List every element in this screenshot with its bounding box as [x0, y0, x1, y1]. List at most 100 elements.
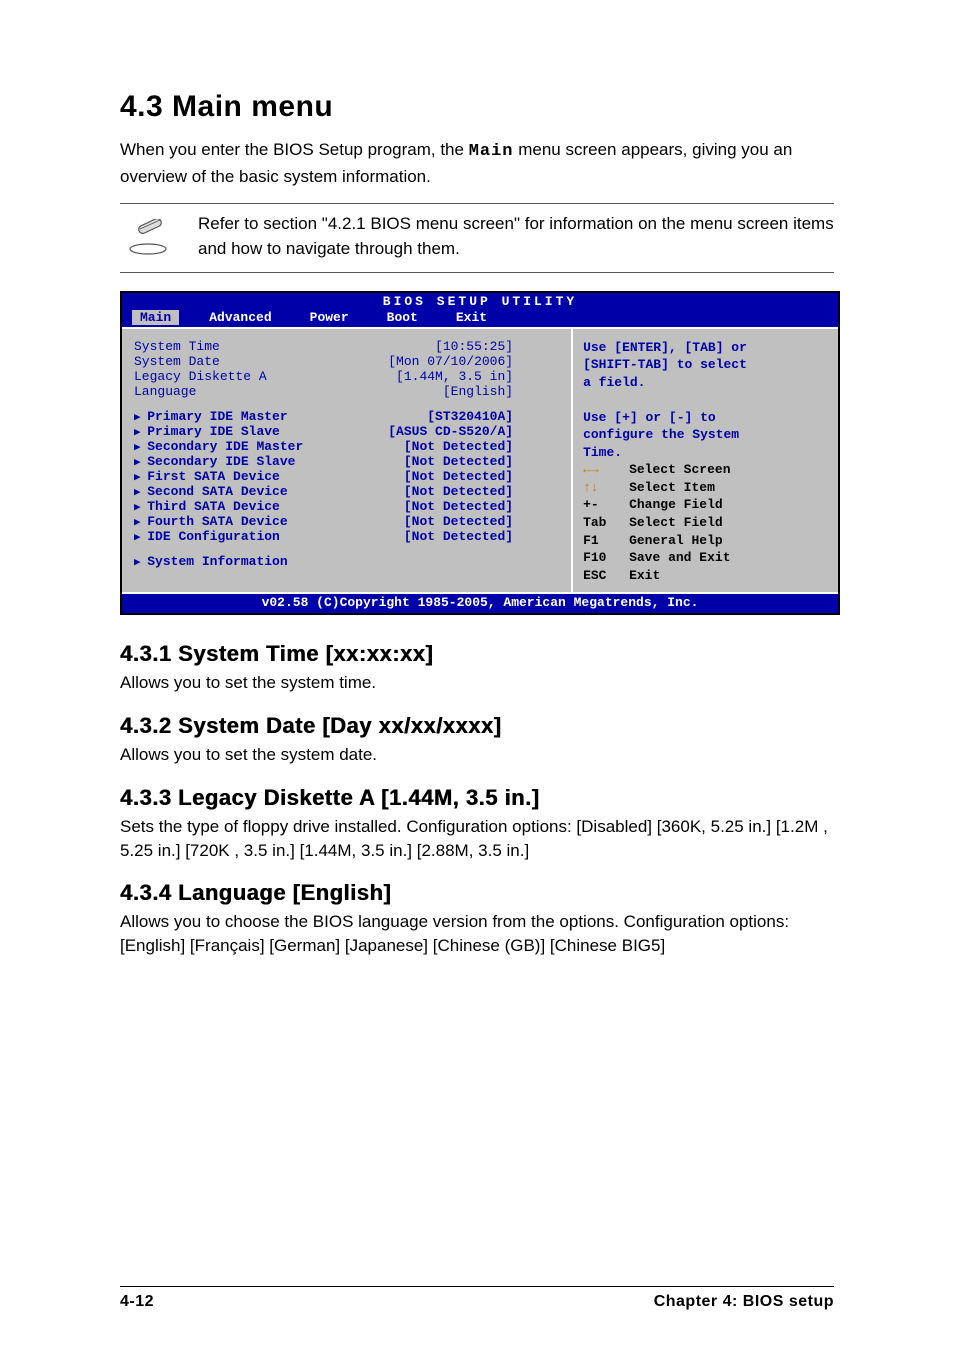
bios-key-row: +- Change Field — [583, 496, 828, 514]
bios-settings-panel: System Time [10:55:25] System Date [Mon 07/… — [122, 329, 573, 593]
bios-key-glyph: F1 — [583, 532, 619, 550]
bios-setting-label: Primary IDE Master — [134, 409, 288, 424]
bios-setting-label: IDE Configuration — [134, 529, 280, 544]
bios-setting-label: Third SATA Device — [134, 499, 280, 514]
bios-key-desc: Exit — [629, 567, 660, 585]
bios-setting-label: System Time — [134, 339, 220, 354]
bios-tab-exit[interactable]: Exit — [448, 310, 495, 325]
bios-setting-label: System Information — [134, 554, 288, 569]
bios-key-glyph: ←→ — [583, 461, 619, 479]
bios-setting-value: [Not Detected] — [404, 499, 513, 514]
bios-setting-value: [Not Detected] — [404, 484, 513, 499]
pencil-note-icon — [126, 219, 170, 255]
subsection-heading: 4.3.4 Language [English] — [120, 880, 834, 906]
bios-tab-boot[interactable]: Boot — [379, 310, 426, 325]
bios-key-glyph: ESC — [583, 567, 619, 585]
bios-key-glyph: ↑↓ — [583, 479, 619, 497]
bios-setting-row[interactable]: Primary IDE Slave [ASUS CD-S520/A] — [134, 424, 563, 439]
bios-help-line: Use [ENTER], [TAB] or — [583, 339, 828, 357]
bios-help-line — [583, 391, 828, 409]
bios-title: BIOS SETUP UTILITY — [122, 293, 838, 310]
bios-setting-row[interactable]: First SATA Device [Not Detected] — [134, 469, 563, 484]
bios-key-row: F1 General Help — [583, 532, 828, 550]
bios-setting-label: First SATA Device — [134, 469, 280, 484]
bios-body: System Time [10:55:25] System Date [Mon 07/… — [122, 327, 838, 595]
subsection-heading: 4.3.2 System Date [Day xx/xx/xxxx] — [120, 713, 834, 739]
note-callout: Refer to section "4.2.1 BIOS menu screen… — [120, 203, 834, 272]
bios-help-line: a field. — [583, 374, 828, 392]
intro-paragraph: When you enter the BIOS Setup program, t… — [120, 138, 834, 189]
bios-setting-value: [English] — [443, 384, 513, 399]
subsection-body: Allows you to choose the BIOS language v… — [120, 910, 834, 958]
bios-setting-row[interactable]: Secondary IDE Master [Not Detected] — [134, 439, 563, 454]
bios-setting-row[interactable]: Second SATA Device [Not Detected] — [134, 484, 563, 499]
bios-setting-value: [1.44M, 3.5 in] — [396, 369, 513, 384]
bios-help-panel: Use [ENTER], [TAB] or[SHIFT-TAB] to sele… — [573, 329, 838, 593]
bios-key-desc: Select Field — [629, 514, 723, 532]
bios-setting-row[interactable]: System Information — [134, 554, 563, 569]
bios-help-text: Use [ENTER], [TAB] or[SHIFT-TAB] to sele… — [583, 339, 828, 462]
bios-setting-label: Secondary IDE Slave — [134, 454, 295, 469]
bios-setting-label: Second SATA Device — [134, 484, 288, 499]
bios-copyright: v02.58 (C)Copyright 1985-2005, American … — [122, 594, 838, 613]
bios-setting-value: [10:55:25] — [435, 339, 513, 354]
bios-setting-label: System Date — [134, 354, 220, 369]
bios-setting-row[interactable]: Language [English] — [134, 384, 563, 399]
bios-setting-row[interactable]: System Date [Mon 07/10/2006] — [134, 354, 563, 369]
page-number: 4-12 — [120, 1293, 154, 1311]
bios-key-desc: Change Field — [629, 496, 723, 514]
subsection-body: Sets the type of floppy drive installed.… — [120, 815, 834, 863]
subsection-heading: 4.3.1 System Time [xx:xx:xx] — [120, 641, 834, 667]
bios-key-row: ESC Exit — [583, 567, 828, 585]
note-text: Refer to section "4.2.1 BIOS menu screen… — [198, 212, 834, 261]
bios-screenshot: BIOS SETUP UTILITY Main Advanced Power Boot… — [120, 291, 840, 616]
bios-tab-main[interactable]: Main — [132, 310, 179, 325]
page-footer: 4-12 Chapter 4: BIOS setup — [120, 1286, 834, 1311]
bios-setting-row[interactable]: Fourth SATA Device [Not Detected] — [134, 514, 563, 529]
bios-setting-value: [ST320410A] — [427, 409, 513, 424]
bios-key-glyph: +- — [583, 496, 619, 514]
bios-setting-label: Secondary IDE Master — [134, 439, 303, 454]
bios-tab-bar: Main Advanced Power Boot Exit — [122, 310, 838, 327]
bios-setting-row[interactable]: Secondary IDE Slave [Not Detected] — [134, 454, 563, 469]
bios-setting-row[interactable]: Primary IDE Master [ST320410A] — [134, 409, 563, 424]
subsection-body: Allows you to set the system date. — [120, 743, 834, 767]
page: 4.3 Main menu When you enter the BIOS Se… — [0, 0, 954, 1351]
bios-setting-label: Language — [134, 384, 196, 399]
bios-setting-value: [Not Detected] — [404, 514, 513, 529]
section-heading: 4.3 Main menu — [120, 90, 834, 124]
bios-key-row: F10Save and Exit — [583, 549, 828, 567]
intro-text-before: When you enter the BIOS Setup program, t… — [120, 140, 469, 159]
bios-setting-row[interactable]: Legacy Diskette A [1.44M, 3.5 in] — [134, 369, 563, 384]
bios-setting-row[interactable]: System Time [10:55:25] — [134, 339, 563, 354]
bios-key-desc: General Help — [629, 532, 723, 550]
bios-setting-value: [Not Detected] — [404, 454, 513, 469]
bios-setting-value: [Not Detected] — [404, 439, 513, 454]
bios-help-line: Use [+] or [-] to — [583, 409, 828, 427]
subsection-heading: 4.3.3 Legacy Diskette A [1.44M, 3.5 in.] — [120, 785, 834, 811]
bios-setting-value: [Not Detected] — [404, 529, 513, 544]
bios-key-desc: Select Screen — [629, 461, 730, 479]
bios-key-row: Tab Select Field — [583, 514, 828, 532]
bios-setting-label: Fourth SATA Device — [134, 514, 288, 529]
bios-help-line: Time. — [583, 444, 828, 462]
bios-key-legend: ←→ Select Screen ↑↓ Select Item +- Change Fie… — [583, 461, 828, 584]
bios-setting-value: [Mon 07/10/2006] — [388, 354, 513, 369]
chapter-label: Chapter 4: BIOS setup — [654, 1293, 834, 1311]
bios-setting-row[interactable]: IDE Configuration [Not Detected] — [134, 529, 563, 544]
subsection-container: 4.3.1 System Time [xx:xx:xx] Allows you t… — [120, 641, 834, 958]
subsection-body: Allows you to set the system time. — [120, 671, 834, 695]
bios-key-desc: Select Item — [629, 479, 715, 497]
intro-bold-word: Main — [469, 142, 514, 161]
bios-setting-label: Legacy Diskette A — [134, 369, 267, 384]
bios-key-glyph: F10 — [583, 549, 619, 567]
bios-setting-row[interactable]: Third SATA Device [Not Detected] — [134, 499, 563, 514]
bios-key-glyph: Tab — [583, 514, 619, 532]
bios-setting-value: [ASUS CD-S520/A] — [388, 424, 513, 439]
bios-tab-power[interactable]: Power — [302, 310, 357, 325]
bios-tab-advanced[interactable]: Advanced — [201, 310, 279, 325]
bios-setting-value: [Not Detected] — [404, 469, 513, 484]
bios-key-row: ←→ Select Screen — [583, 461, 828, 479]
bios-setting-label: Primary IDE Slave — [134, 424, 280, 439]
bios-key-row: ↑↓ Select Item — [583, 479, 828, 497]
